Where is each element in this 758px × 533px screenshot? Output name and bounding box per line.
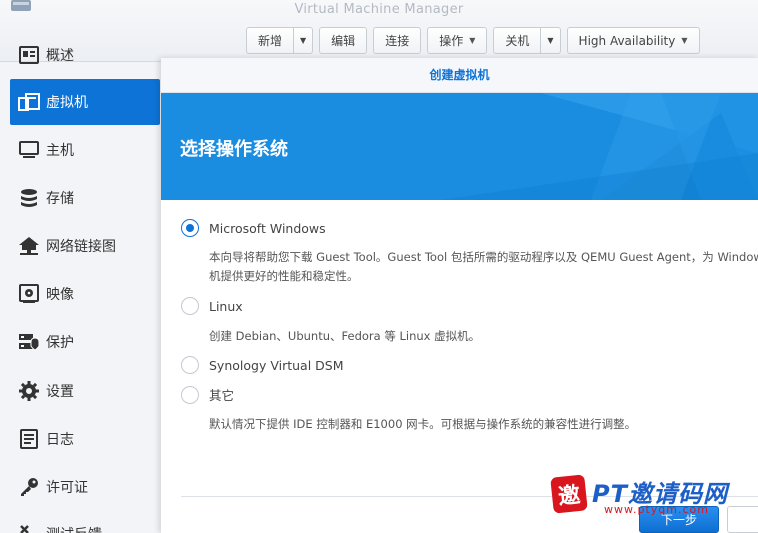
caret-down-icon: ▼ xyxy=(681,36,688,45)
step-title: 选择操作系统 xyxy=(180,139,288,160)
feedback-icon xyxy=(18,523,40,533)
sidebar-item-protection[interactable]: 保护 xyxy=(10,319,160,365)
sidebar-item-storage[interactable]: 存储 xyxy=(10,175,160,221)
description-line: 本向导将帮助您下载 Guest Tool。Guest Tool 包括所需的驱动程… xyxy=(209,250,758,264)
sidebar-item-label: 测试反馈 xyxy=(46,524,102,533)
dialog-title: 创建虚拟机 xyxy=(161,58,758,93)
description-line: 创建 Debian、Ubuntu、Fedora 等 Linux 虚拟机。 xyxy=(209,329,481,343)
high-availability-label: High Availability xyxy=(578,33,676,48)
network-icon xyxy=(18,235,40,257)
sidebar-item-image[interactable]: 映像 xyxy=(10,271,160,317)
os-option-label: 其它 xyxy=(209,388,235,403)
description-line: 机提供更好的性能和稳定性。 xyxy=(209,269,359,283)
watermark-logo: 邀 xyxy=(550,474,588,514)
watermark: 邀 PT邀请码网 www.ptyqm.com xyxy=(550,474,752,516)
sidebar-item-label: 虚拟机 xyxy=(46,95,88,111)
os-option-linux[interactable]: Linux xyxy=(181,297,243,315)
caret-down-icon: ▼ xyxy=(469,36,476,45)
watermark-url: www.ptyqm.com xyxy=(604,503,709,516)
sidebar-item-virtual-machine[interactable]: 虚拟机 xyxy=(10,79,160,125)
os-option-synology-dsm[interactable]: Synology Virtual DSM xyxy=(181,356,344,374)
log-icon xyxy=(18,428,40,450)
shutdown-dropdown-button[interactable]: ▼ xyxy=(541,27,561,54)
create-vm-dialog: 创建虚拟机 选择操作系统 Microsoft Windows 本向导将帮助您下载… xyxy=(161,58,758,533)
key-icon xyxy=(18,476,40,498)
radio-button[interactable] xyxy=(181,297,199,315)
sidebar-item-label: 主机 xyxy=(46,143,74,159)
add-split-button: 新增 ▼ xyxy=(246,27,314,54)
radio-button[interactable] xyxy=(181,356,199,374)
os-option-label: Microsoft Windows xyxy=(209,220,326,236)
action-button-label: 操作 xyxy=(439,34,464,48)
sidebar-item-license[interactable]: 许可证 xyxy=(10,464,160,510)
sidebar-item-label: 映像 xyxy=(46,287,74,303)
os-option-label: Synology Virtual DSM xyxy=(209,357,344,373)
sidebar-item-settings[interactable]: 设置 xyxy=(10,368,160,414)
storage-icon xyxy=(18,187,40,209)
sidebar-item-label: 网络链接图 xyxy=(46,239,116,255)
sidebar-item-feedback[interactable]: 测试反馈 xyxy=(10,511,160,533)
virtual-machine-icon xyxy=(18,91,40,113)
sidebar-item-overview[interactable]: 概述 xyxy=(10,32,160,78)
connect-button[interactable]: 连接 xyxy=(373,27,422,54)
sidebar-item-label: 许可证 xyxy=(46,480,88,496)
monitor-icon xyxy=(18,139,40,161)
sidebar-item-log[interactable]: 日志 xyxy=(10,416,160,462)
caret-down-icon: ▼ xyxy=(300,36,307,45)
radio-button-checked[interactable] xyxy=(181,219,199,237)
protection-icon xyxy=(18,331,40,353)
high-availability-button[interactable]: High Availability ▼ xyxy=(566,27,700,54)
description-line: 默认情况下提供 IDE 控制器和 E1000 网卡。可根据与操作系统的兼容性进行… xyxy=(209,417,637,431)
toolbar: 新增 ▼ 编辑 连接 操作 ▼ 关机 ▼ High Availability ▼ xyxy=(246,27,700,54)
os-option-other[interactable]: 其它 xyxy=(181,385,234,404)
shutdown-button[interactable]: 关机 xyxy=(493,27,542,54)
sidebar: 概述 虚拟机 主机 存储 网络链接图 映像 保护 设置 日志 许可证 xyxy=(0,30,160,533)
os-option-description: 默认情况下提供 IDE 控制器和 E1000 网卡。可根据与操作系统的兼容性进行… xyxy=(209,415,636,434)
add-dropdown-button[interactable]: ▼ xyxy=(294,27,314,54)
add-button[interactable]: 新增 xyxy=(246,27,295,54)
sidebar-item-label: 设置 xyxy=(46,384,74,400)
os-option-description: 本向导将帮助您下载 Guest Tool。Guest Tool 包括所需的驱动程… xyxy=(209,248,758,286)
os-option-label: Linux xyxy=(209,298,243,314)
os-option-windows[interactable]: Microsoft Windows xyxy=(181,219,326,237)
sidebar-item-network[interactable]: 网络链接图 xyxy=(10,223,160,269)
sidebar-item-label: 保护 xyxy=(46,335,74,351)
shutdown-split-button: 关机 ▼ xyxy=(493,27,561,54)
sidebar-item-label: 存储 xyxy=(46,191,74,207)
sidebar-item-label: 日志 xyxy=(46,432,74,448)
gear-icon xyxy=(18,380,40,402)
dialog-banner: 选择操作系统 xyxy=(161,93,758,200)
image-icon xyxy=(18,283,40,305)
edit-button[interactable]: 编辑 xyxy=(319,27,368,54)
os-option-description: 创建 Debian、Ubuntu、Fedora 等 Linux 虚拟机。 xyxy=(209,327,480,346)
action-button[interactable]: 操作 ▼ xyxy=(427,27,488,54)
caret-down-icon: ▼ xyxy=(547,36,554,45)
radio-button[interactable] xyxy=(181,385,199,404)
overview-icon xyxy=(18,44,40,66)
sidebar-item-host[interactable]: 主机 xyxy=(10,127,160,173)
app-title: Virtual Machine Manager xyxy=(294,2,464,17)
sidebar-item-label: 概述 xyxy=(46,48,74,64)
